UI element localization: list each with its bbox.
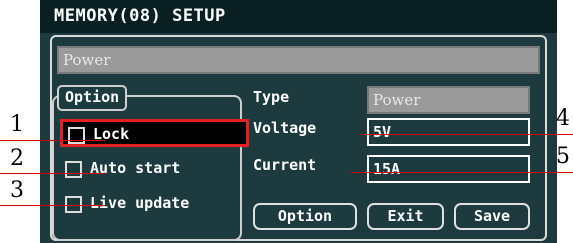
callout-line-2 <box>0 173 105 174</box>
callout-2: 2 <box>10 146 24 171</box>
page-title: MEMORY(08) SETUP <box>54 6 226 26</box>
live-update-label: Live update <box>90 194 190 212</box>
lock-checkbox[interactable] <box>68 127 85 144</box>
memory-name-field: Power <box>57 46 540 74</box>
current-label: Current <box>253 156 317 174</box>
option-group-legend: Option <box>57 85 128 111</box>
callout-4: 4 <box>556 106 570 131</box>
callout-line-4 <box>360 134 573 135</box>
callout-1: 1 <box>10 112 24 137</box>
auto-start-checkbox[interactable] <box>65 161 82 178</box>
current-field[interactable]: 15A <box>367 155 530 183</box>
lock-option[interactable]: Lock <box>60 119 249 147</box>
voltage-field[interactable]: 5V <box>367 118 530 146</box>
callout-line-1 <box>0 140 105 141</box>
callout-3: 3 <box>10 178 24 203</box>
save-button[interactable]: Save <box>454 203 530 230</box>
option-button[interactable]: Option <box>253 203 357 230</box>
type-field: Power <box>367 86 530 114</box>
callout-line-5 <box>350 172 573 173</box>
auto-start-option[interactable]: Auto start <box>60 156 235 184</box>
device-screen: MEMORY(08) SETUP Power Option Lock Auto … <box>40 0 557 243</box>
voltage-label: Voltage <box>253 119 317 137</box>
callout-5: 5 <box>556 144 570 169</box>
type-label: Type <box>253 88 290 106</box>
callout-line-3 <box>0 205 105 206</box>
exit-button[interactable]: Exit <box>367 203 444 230</box>
title-bar: MEMORY(08) SETUP <box>40 0 557 33</box>
auto-start-label: Auto start <box>90 159 181 177</box>
